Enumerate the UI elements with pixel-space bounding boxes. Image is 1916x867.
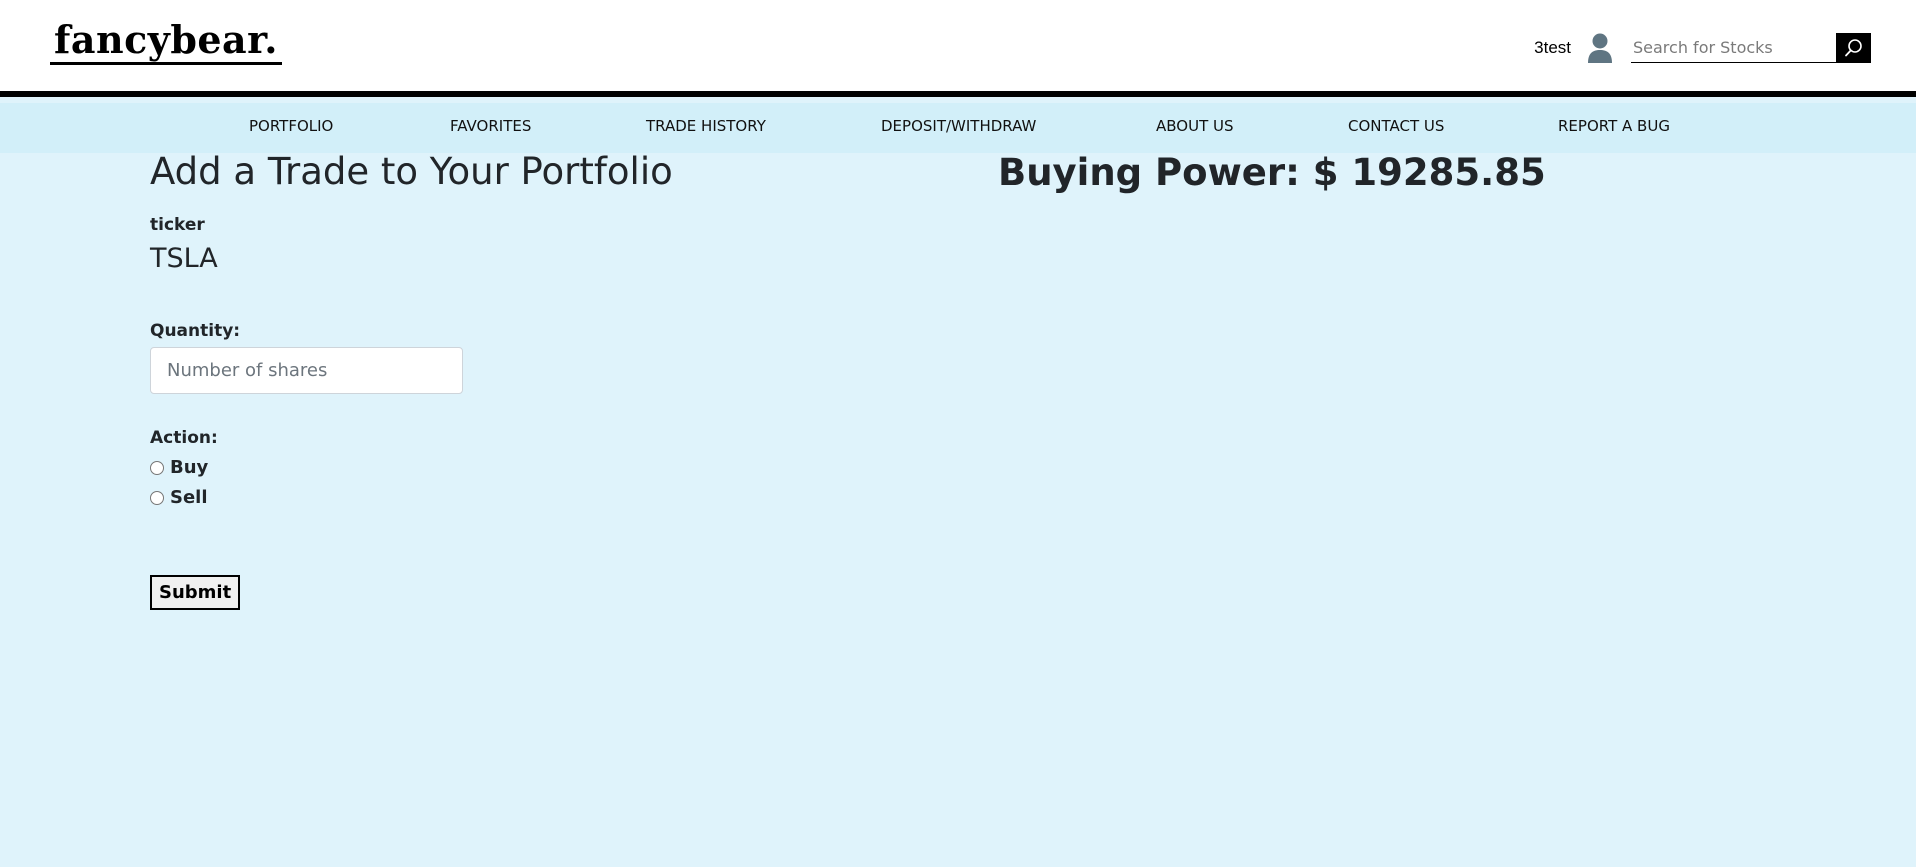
ticker-label: ticker bbox=[150, 215, 205, 235]
sell-radio[interactable] bbox=[150, 490, 164, 505]
nav-item-contact-us[interactable]: CONTACT US bbox=[1348, 117, 1444, 135]
ticker-value: TSLA bbox=[150, 243, 218, 274]
quantity-input[interactable] bbox=[150, 347, 463, 394]
user-icon[interactable] bbox=[1587, 33, 1613, 63]
user-area: 3test bbox=[1534, 32, 1871, 64]
main-nav: PORTFOLIO FAVORITES TRADE HISTORY DEPOSI… bbox=[0, 103, 1916, 153]
action-option-sell[interactable]: Sell bbox=[150, 487, 208, 508]
submit-button[interactable]: Submit bbox=[150, 575, 241, 610]
page-title: Add a Trade to Your Portfolio bbox=[150, 150, 673, 193]
action-label: Action: bbox=[150, 428, 218, 448]
search-bar bbox=[1631, 33, 1871, 63]
nav-item-deposit-withdraw[interactable]: DEPOSIT/WITHDRAW bbox=[881, 117, 1036, 135]
nav-item-report-a-bug[interactable]: REPORT A BUG bbox=[1558, 117, 1670, 135]
top-header: fancybear. 3test bbox=[0, 0, 1916, 97]
search-button[interactable] bbox=[1836, 33, 1871, 63]
username[interactable]: 3test bbox=[1534, 38, 1571, 58]
sell-label: Sell bbox=[170, 487, 208, 508]
search-icon bbox=[1844, 39, 1862, 57]
nav-item-trade-history[interactable]: TRADE HISTORY bbox=[646, 117, 766, 135]
buy-radio[interactable] bbox=[150, 460, 164, 475]
buying-power: Buying Power: $ 19285.85 bbox=[998, 151, 1546, 194]
nav-item-favorites[interactable]: FAVORITES bbox=[450, 117, 531, 135]
quantity-label: Quantity: bbox=[150, 321, 241, 341]
buy-label: Buy bbox=[170, 457, 209, 478]
nav-item-portfolio[interactable]: PORTFOLIO bbox=[249, 117, 333, 135]
search-input[interactable] bbox=[1631, 33, 1836, 63]
nav-item-about-us[interactable]: ABOUT US bbox=[1156, 117, 1234, 135]
action-option-buy[interactable]: Buy bbox=[150, 457, 208, 478]
logo[interactable]: fancybear. bbox=[50, 18, 282, 65]
